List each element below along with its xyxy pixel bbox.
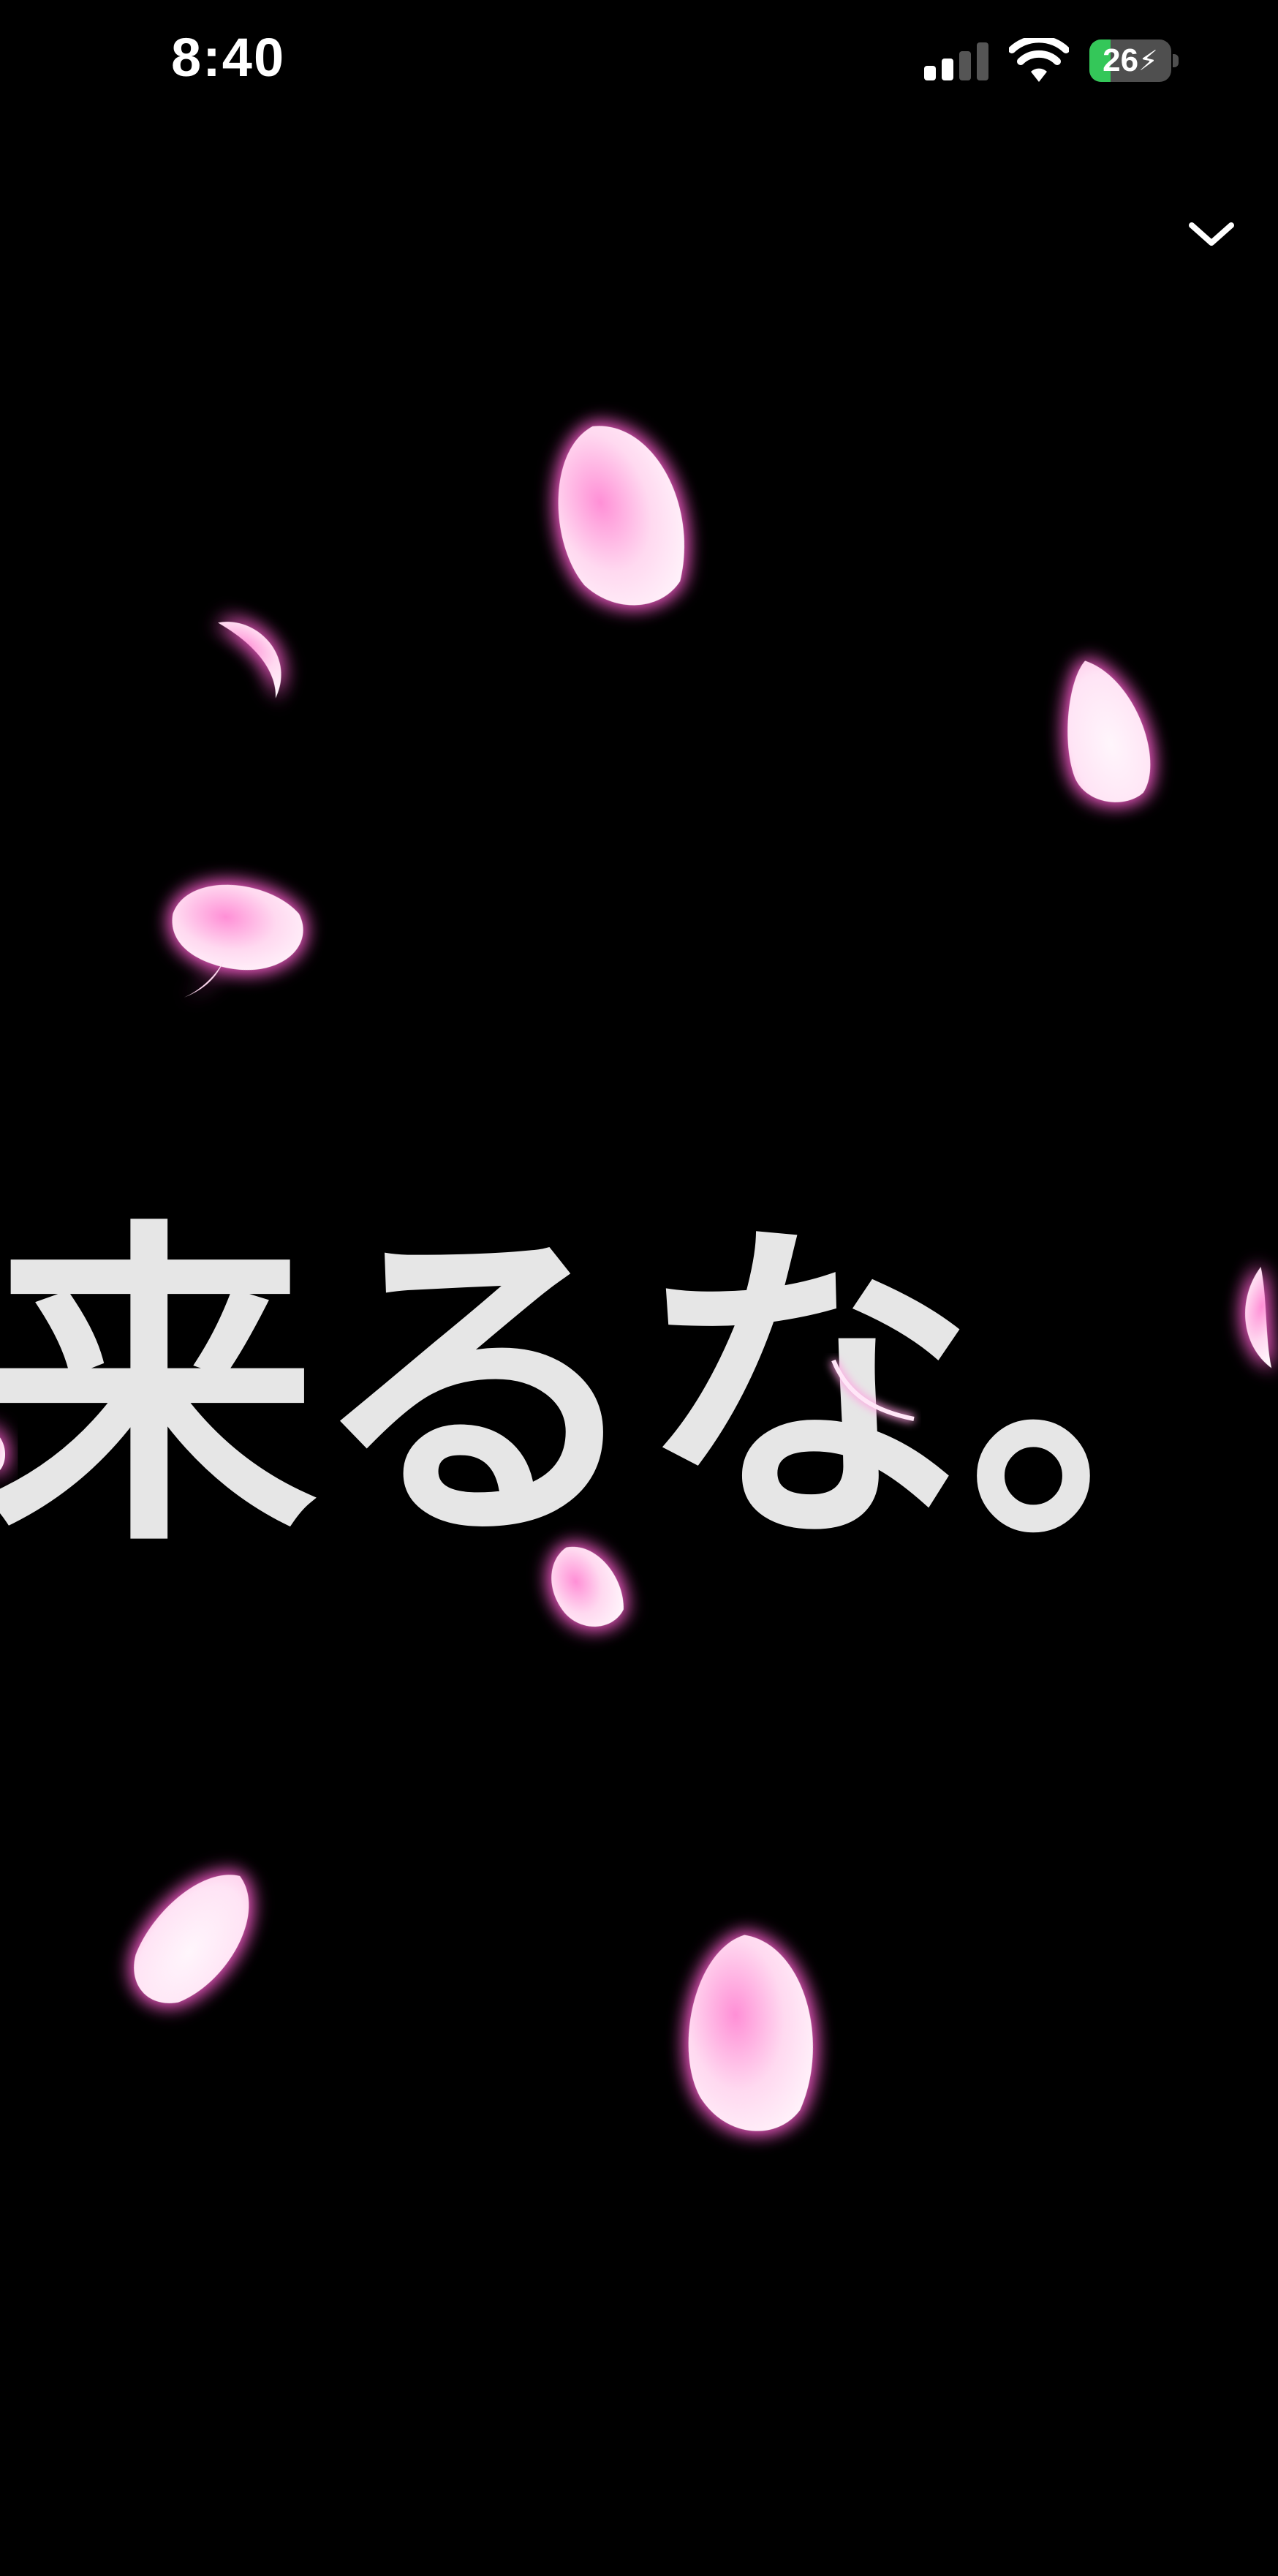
petal — [558, 426, 684, 606]
petal — [688, 1935, 813, 2131]
petal — [1067, 660, 1151, 802]
petal — [134, 1875, 249, 2003]
petal — [172, 884, 303, 998]
petal — [830, 1359, 915, 1423]
message-text: 来るな。 — [0, 1195, 1278, 1586]
petal — [218, 622, 281, 698]
